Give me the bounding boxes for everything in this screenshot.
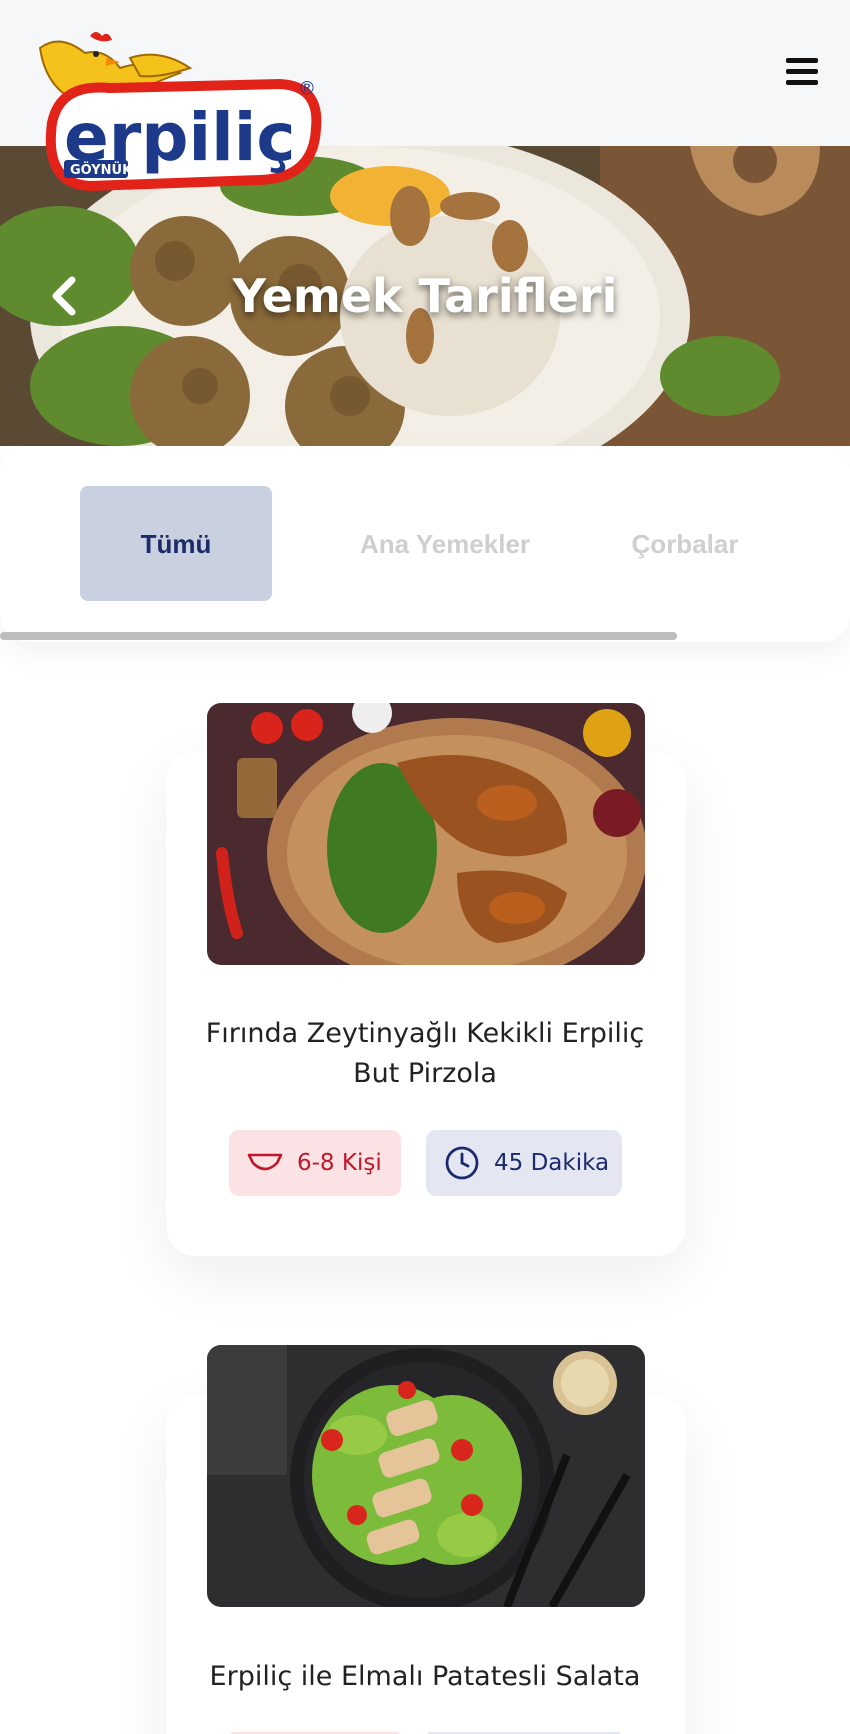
hamburger-menu-icon[interactable] xyxy=(786,58,818,86)
svg-text:GÖYNÜK: GÖYNÜK xyxy=(70,162,133,178)
time-badge: 45 Dakika xyxy=(426,1130,622,1196)
brand-logo[interactable]: erpiliç GÖYNÜK ® xyxy=(30,28,350,210)
category-tabs-panel: Tümü Ana Yemekler Çorbalar xyxy=(0,446,850,642)
clock-icon xyxy=(445,1146,479,1180)
time-text: 45 Dakika xyxy=(494,1150,610,1176)
tab-main-dishes[interactable]: Ana Yemekler xyxy=(355,486,535,601)
recipe-title[interactable]: Fırında Zeytinyağlı Kekikli Erpiliç But … xyxy=(190,1014,660,1094)
servings-text: 6-8 Kişi xyxy=(297,1150,382,1176)
recipe-image-roasted-chicken[interactable] xyxy=(207,703,645,965)
bowl-icon xyxy=(247,1153,283,1171)
svg-text:®: ® xyxy=(298,78,316,99)
recipe-title[interactable]: Erpiliç ile Elmalı Patatesli Salata xyxy=(190,1657,660,1697)
tab-all[interactable]: Tümü xyxy=(80,486,272,601)
back-chevron-left-icon[interactable] xyxy=(46,274,80,318)
tabs-horizontal-scrollbar[interactable] xyxy=(0,632,677,640)
tab-soups[interactable]: Çorbalar xyxy=(600,486,770,601)
recipe-image-chicken-salad[interactable] xyxy=(207,1345,645,1607)
servings-badge: 6-8 Kişi xyxy=(229,1130,401,1196)
